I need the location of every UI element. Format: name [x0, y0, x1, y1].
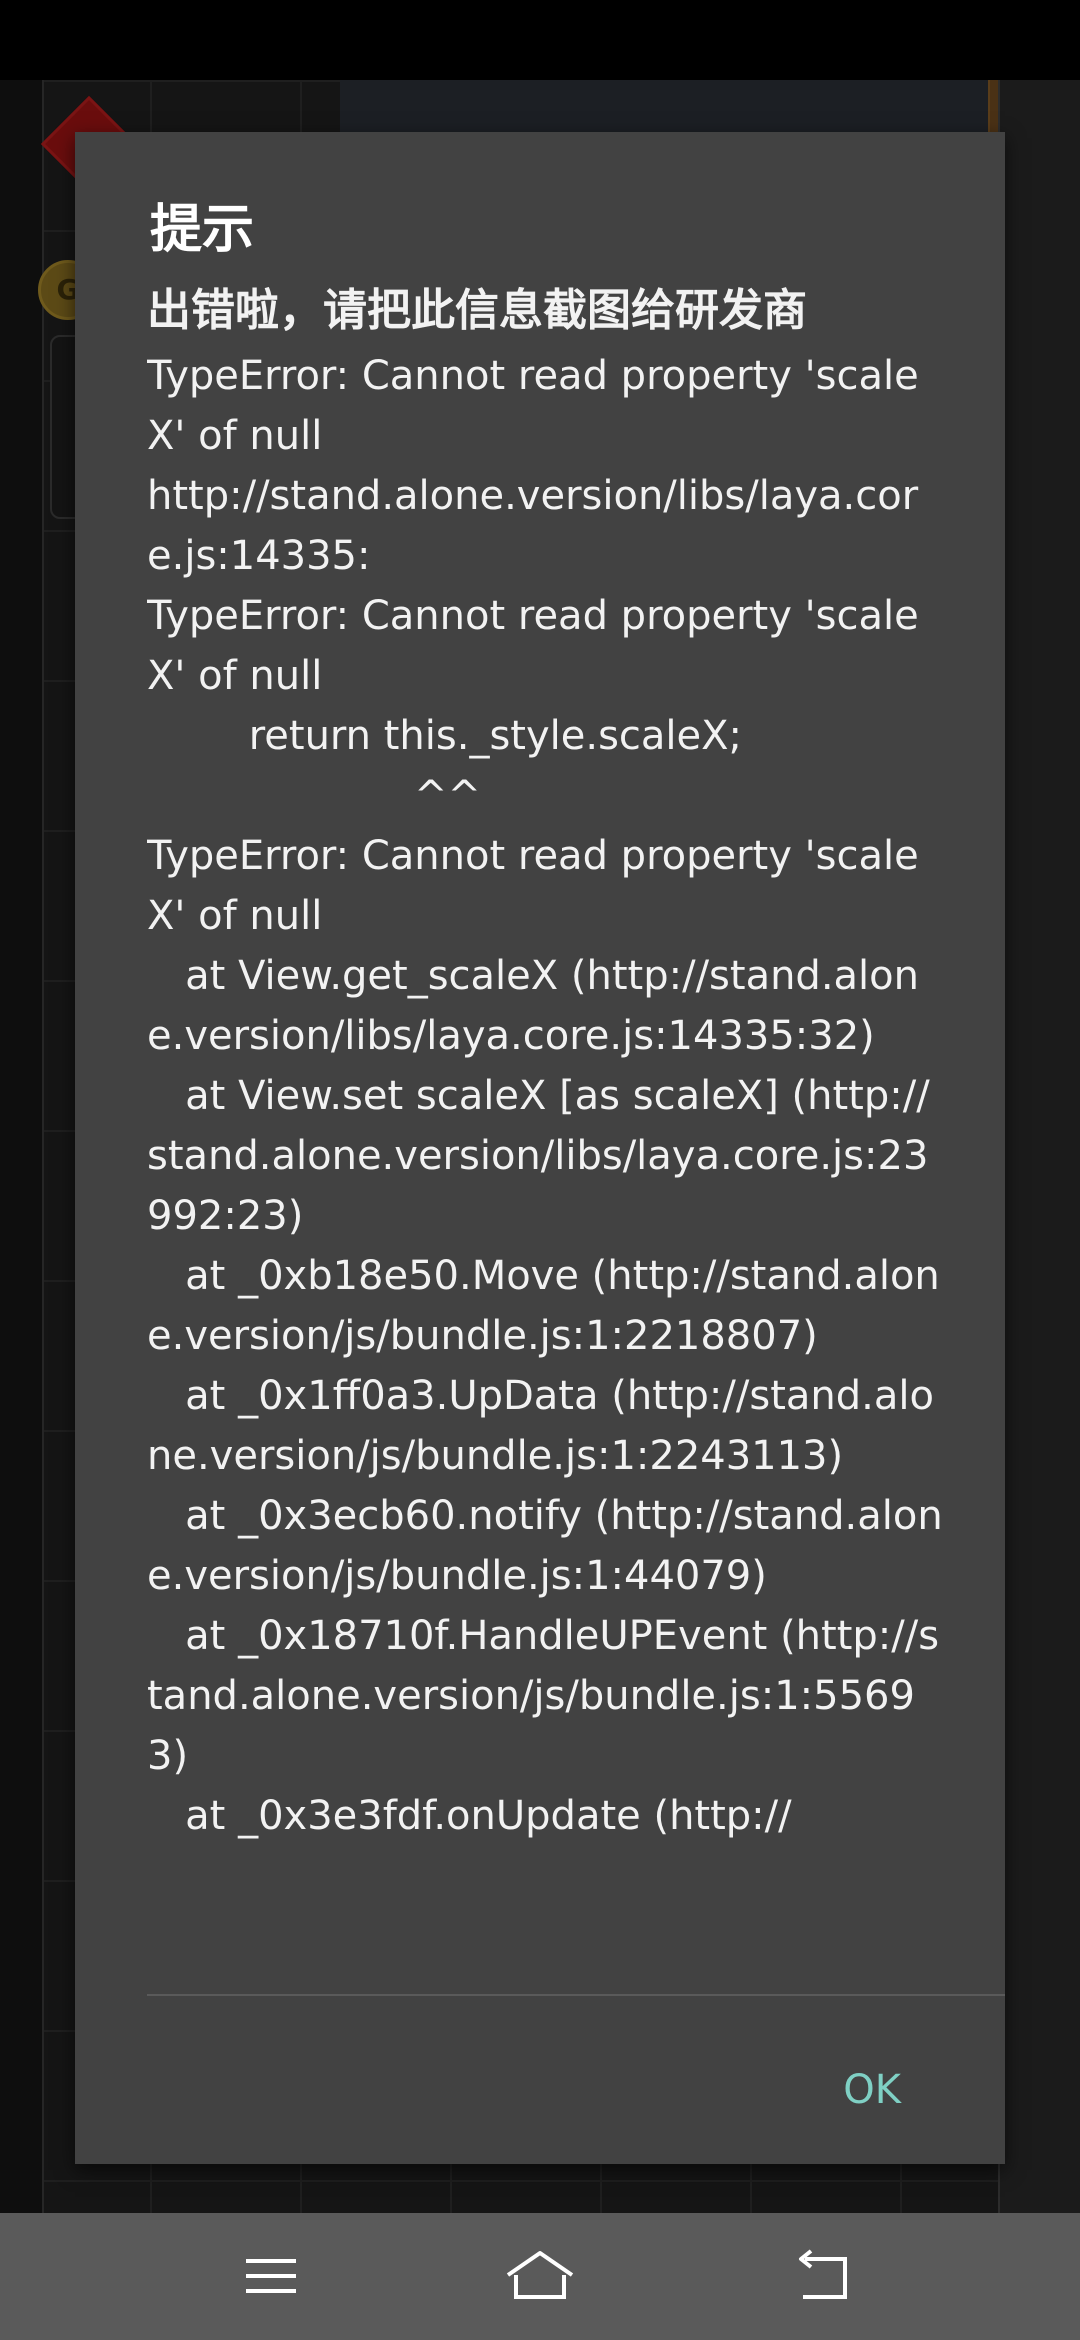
ok-button[interactable]: OK — [831, 2062, 913, 2118]
menu-icon[interactable] — [231, 2241, 311, 2311]
error-dialog: 提示 出错啦，请把此信息截图给研发商 TypeError: Cannot rea… — [75, 132, 1005, 2164]
right-side-panel — [998, 80, 1080, 2215]
navigation-bar — [0, 2213, 1080, 2340]
dialog-heading: 出错啦，请把此信息截图给研发商 — [147, 285, 807, 336]
left-side-panel — [0, 80, 44, 2215]
dialog-message-area[interactable]: 出错啦，请把此信息截图给研发商 TypeError: Cannot read p… — [147, 282, 947, 1992]
dialog-title: 提示 — [150, 199, 255, 260]
back-icon[interactable] — [783, 2241, 863, 2311]
home-icon[interactable] — [500, 2241, 580, 2311]
error-stack-trace: TypeError: Cannot read property 'scaleX'… — [147, 353, 943, 1839]
dialog-divider — [147, 1994, 1005, 1996]
